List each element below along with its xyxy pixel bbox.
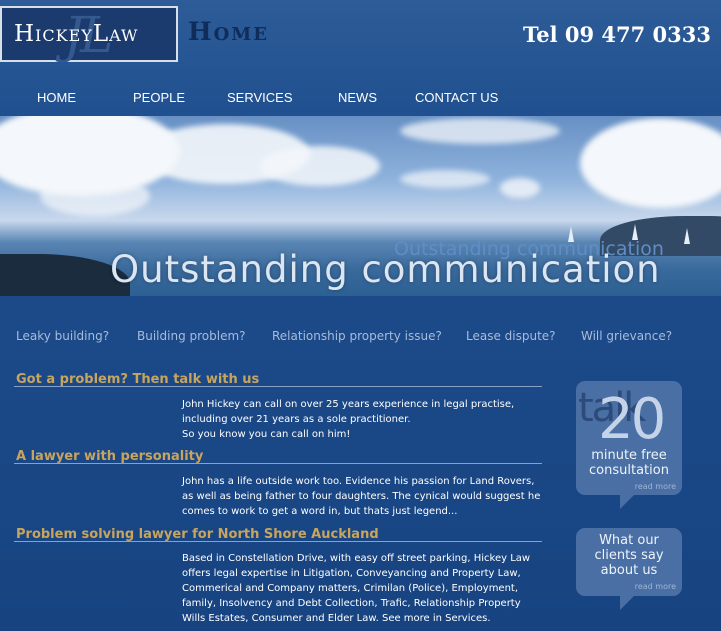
testimonials-line: clients say — [594, 548, 664, 563]
speech-tail — [620, 495, 634, 509]
cloud-shape — [40, 176, 150, 216]
main-nav: HOME PEOPLE SERVICES NEWS CONTACT US — [0, 90, 721, 110]
nav-services[interactable]: SERVICES — [227, 90, 293, 105]
section-paragraph: Based in Constellation Drive, with easy … — [182, 553, 531, 624]
topic-building-problem[interactable]: Building problem? — [137, 329, 246, 343]
phone-number: Tel 09 477 0333 — [523, 22, 711, 47]
consultation-line: minute free — [591, 448, 667, 463]
section-heading: Problem solving lawyer for North Shore A… — [16, 527, 379, 542]
section-heading: A lawyer with personality — [16, 449, 204, 464]
section-paragraph: So you know you can call on him! — [182, 429, 351, 440]
hickeylaw-logo[interactable]: JL HickeyLaw — [0, 6, 178, 64]
testimonials-line: about us — [600, 563, 658, 578]
cloud-shape — [500, 178, 540, 198]
speech-tail — [620, 596, 634, 610]
hero-tagline: Outstanding communication — [110, 248, 661, 291]
section-paragraph: John Hickey can call on over 25 years ex… — [182, 399, 515, 425]
read-more-link[interactable]: read more — [635, 582, 676, 591]
page: JL HickeyLaw Home Tel 09 477 0333 HOME P… — [0, 0, 721, 631]
nav-news[interactable]: NEWS — [338, 90, 377, 105]
logo-text: HickeyLaw — [14, 21, 139, 47]
cloud-shape — [580, 118, 721, 208]
sailboat-shape — [684, 228, 690, 244]
client-testimonials-card[interactable]: What our clients say about us read more — [576, 528, 682, 610]
section-paragraph: John has a life outside work too. Eviden… — [182, 476, 541, 517]
free-consultation-card[interactable]: talk 20 minute free consultation read mo… — [576, 381, 682, 509]
consultation-line: consultation — [589, 463, 669, 478]
section-body: John Hickey can call on over 25 years ex… — [182, 397, 542, 442]
consultation-minutes: 20 — [598, 387, 666, 452]
divider — [14, 541, 542, 542]
nav-contact-us[interactable]: CONTACT US — [415, 90, 498, 105]
section-body: John has a life outside work too. Eviden… — [182, 474, 542, 519]
cloud-shape — [260, 146, 380, 186]
divider — [14, 463, 542, 464]
cloud-shape — [400, 118, 560, 144]
read-more-link[interactable]: read more — [635, 482, 676, 491]
nav-people[interactable]: PEOPLE — [133, 90, 185, 105]
cloud-shape — [400, 170, 490, 188]
topic-lease-dispute[interactable]: Lease dispute? — [466, 329, 556, 343]
topic-will-grievance[interactable]: Will grievance? — [581, 329, 672, 343]
divider — [14, 386, 542, 387]
section-body: Based in Constellation Drive, with easy … — [182, 551, 542, 626]
page-title: Home — [188, 17, 269, 46]
testimonials-line: What our — [599, 533, 659, 548]
hero-banner: Outstanding communication Outstanding co… — [0, 116, 721, 296]
topic-leaky-building[interactable]: Leaky building? — [16, 329, 109, 343]
section-heading: Got a problem? Then talk with us — [16, 372, 260, 387]
nav-home[interactable]: HOME — [37, 90, 76, 105]
topic-relationship-property[interactable]: Relationship property issue? — [272, 329, 442, 343]
